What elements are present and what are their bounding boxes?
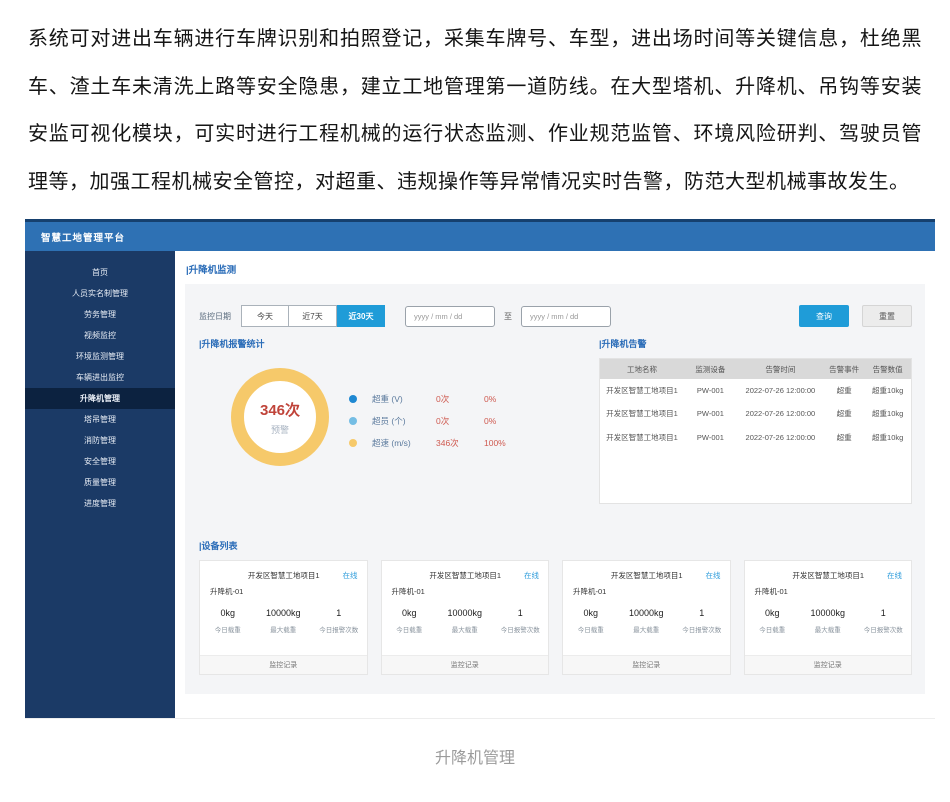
sidebar-item-fire[interactable]: 消防管理 (25, 430, 175, 451)
project-name: 开发区智慧工地项目1 (754, 570, 888, 581)
query-button[interactable]: 查询 (799, 305, 849, 327)
alarm-table-section: |升降机告警 工地名称 监测设备 告警时间 (599, 337, 912, 533)
donut-center-label: 预警 (271, 423, 289, 436)
legend-dot-overcrowd (349, 417, 357, 425)
page-title: |升降机监测 (186, 262, 925, 276)
project-name: 开发区智慧工地项目1 (209, 570, 343, 581)
col-event: 告警事件 (824, 359, 864, 379)
table-row: 开发区智慧工地项目1 PW-001 2022-07-26 12:00:00 超重… (600, 402, 911, 425)
online-status-badge[interactable]: 在线 (343, 570, 358, 581)
device-card: 开发区智慧工地项目1 在线 升降机-01 0kg今日载重 10000kg最大载重… (381, 560, 550, 675)
monitor-record-button[interactable]: 监控记录 (745, 655, 912, 674)
legend-dot-overweight (349, 395, 357, 403)
online-status-badge[interactable]: 在线 (524, 570, 539, 581)
end-date-input[interactable] (521, 306, 611, 327)
sidebar: 首页 人员实名制管理 劳务管理 视频监控 环境监测管理 车辆进出监控 升降机管理… (25, 251, 175, 718)
chart-legend: 超重 (V) 0次 0% 超员 (个) 0次 0% (349, 388, 506, 454)
project-name: 开发区智慧工地项目1 (391, 570, 525, 581)
device-name: 升降机-01 (745, 581, 912, 597)
range-7days-button[interactable]: 近7天 (289, 305, 337, 327)
monitor-record-button[interactable]: 监控记录 (563, 655, 730, 674)
sidebar-item-progress[interactable]: 进度管理 (25, 493, 175, 514)
table-row: 开发区智慧工地项目1 PW-001 2022-07-26 12:00:00 超重… (600, 426, 911, 449)
project-name: 开发区智慧工地项目1 (572, 570, 706, 581)
content-panel: 监控日期 今天 近7天 近30天 至 查询 重置 (185, 284, 925, 694)
sidebar-item-video[interactable]: 视频监控 (25, 325, 175, 346)
online-status-badge[interactable]: 在线 (706, 570, 721, 581)
device-list-title: |设备列表 (199, 539, 912, 552)
app-header: 智慧工地管理平台 (25, 222, 935, 251)
legend-dot-overspeed (349, 439, 357, 447)
document-page: 系统可对进出车辆进行车牌识别和拍照登记，采集车牌号、车型，进出场时间等关键信息，… (0, 0, 950, 802)
legend-item-overspeed: 超速 (m/s) 346次 100% (349, 432, 506, 454)
start-date-input[interactable] (405, 306, 495, 327)
table-row: 开发区智慧工地项目1 PW-001 2022-07-26 12:00:00 超重… (600, 379, 911, 402)
col-time: 告警时间 (737, 359, 824, 379)
date-range-to-label: 至 (504, 311, 512, 322)
sidebar-item-quality[interactable]: 质量管理 (25, 472, 175, 493)
body-paragraph: 系统可对进出车辆进行车牌识别和拍照登记，采集车牌号、车型，进出场时间等关键信息，… (28, 16, 922, 206)
device-card: 开发区智慧工地项目1 在线 升降机-01 0kg今日载重 10000kg最大载重… (744, 560, 913, 675)
col-site: 工地名称 (600, 359, 684, 379)
device-list-section: |设备列表 开发区智慧工地项目1 在线 升降机-01 0kg今日载重 (199, 539, 912, 675)
alarm-table: 工地名称 监测设备 告警时间 告警事件 告警数值 (599, 358, 912, 504)
filter-bar: 监控日期 今天 近7天 近30天 至 查询 重置 (199, 305, 912, 327)
sidebar-item-home[interactable]: 首页 (25, 262, 175, 283)
sidebar-item-elevator[interactable]: 升降机管理 (25, 388, 175, 409)
main-content: |升降机监测 监控日期 今天 近7天 近30天 至 查询 (175, 251, 935, 718)
range-today-button[interactable]: 今天 (241, 305, 289, 327)
sidebar-item-personnel[interactable]: 人员实名制管理 (25, 283, 175, 304)
legend-item-overweight: 超重 (V) 0次 0% (349, 388, 506, 410)
alarm-stats-title: |升降机报警统计 (199, 337, 591, 350)
device-card: 开发区智慧工地项目1 在线 升降机-01 0kg今日载重 10000kg最大载重… (199, 560, 368, 675)
date-filter-label: 监控日期 (199, 311, 231, 322)
date-range-segment: 今天 近7天 近30天 (241, 305, 385, 327)
device-card: 开发区智慧工地项目1 在线 升降机-01 0kg今日载重 10000kg最大载重… (562, 560, 731, 675)
sidebar-item-safety[interactable]: 安全管理 (25, 451, 175, 472)
sidebar-item-tower-crane[interactable]: 塔吊管理 (25, 409, 175, 430)
col-value: 告警数值 (864, 359, 911, 379)
range-30days-button[interactable]: 近30天 (337, 305, 385, 327)
sidebar-item-labor[interactable]: 劳务管理 (25, 304, 175, 325)
monitor-record-button[interactable]: 监控记录 (200, 655, 367, 674)
figure-caption: 升降机管理 (0, 744, 950, 768)
alarm-donut-chart: 346次 预警 (231, 368, 329, 466)
device-name: 升降机-01 (382, 581, 549, 597)
reset-button[interactable]: 重置 (862, 305, 912, 327)
sidebar-item-environment[interactable]: 环境监测管理 (25, 346, 175, 367)
alarm-stats-section: |升降机报警统计 346次 预警 超重 (V) (199, 337, 591, 533)
app-title: 智慧工地管理平台 (41, 230, 125, 244)
sidebar-item-vehicle[interactable]: 车辆进出监控 (25, 367, 175, 388)
col-device: 监测设备 (684, 359, 737, 379)
device-name: 升降机-01 (200, 581, 367, 597)
device-name: 升降机-01 (563, 581, 730, 597)
monitor-record-button[interactable]: 监控记录 (382, 655, 549, 674)
donut-center-value: 346次 (260, 399, 300, 420)
app-screenshot: 智慧工地管理平台 首页 人员实名制管理 劳务管理 视频监控 环境监测管理 车辆进… (25, 219, 935, 719)
online-status-badge[interactable]: 在线 (887, 570, 902, 581)
legend-item-overcrowd: 超员 (个) 0次 0% (349, 410, 506, 432)
alarm-table-title: |升降机告警 (599, 337, 912, 350)
table-header-row: 工地名称 监测设备 告警时间 告警事件 告警数值 (600, 359, 911, 379)
